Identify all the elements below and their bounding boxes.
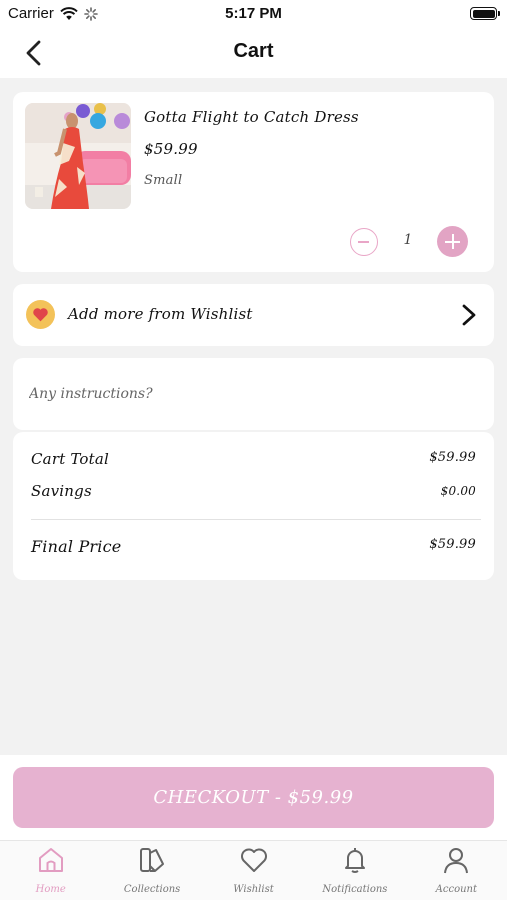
product-size: Small — [144, 173, 183, 188]
bell-icon — [344, 848, 365, 873]
decrease-quantity-button[interactable] — [350, 228, 378, 256]
savings-label: Savings — [31, 482, 92, 500]
status-time: 5:17 PM — [225, 5, 282, 22]
tab-home-label: Home — [35, 884, 66, 895]
final-price-label: Final Price — [31, 537, 122, 556]
tab-notifications[interactable]: Notifications — [304, 841, 405, 900]
cart-total-label: Cart Total — [31, 450, 110, 468]
wishlist-label: Add more from Wishlist — [68, 305, 253, 323]
tab-bar: Home Collections Wishlist Notifications … — [0, 840, 507, 900]
tab-collections-label: Collections — [123, 884, 181, 895]
savings-value: $0.00 — [440, 484, 476, 498]
wishlist-heart-icon — [26, 300, 55, 329]
tab-wishlist[interactable]: Wishlist — [203, 841, 304, 900]
instructions-card — [13, 358, 494, 430]
battery-icon — [470, 7, 500, 20]
order-summary: Cart Total $59.99 Savings $0.00 Final Pr… — [13, 432, 494, 580]
checkout-button[interactable]: CHECKOUT - $59.99 — [13, 767, 494, 828]
home-icon — [38, 848, 63, 872]
cart-total-value: $59.99 — [429, 450, 476, 465]
product-image[interactable] — [25, 103, 131, 209]
user-icon — [444, 848, 469, 874]
cart-item-card: Gotta Flight to Catch Dress $59.99 Small… — [13, 92, 494, 272]
tab-notifications-label: Notifications — [322, 884, 388, 895]
instructions-input[interactable] — [29, 380, 469, 408]
nav-bar: Cart — [0, 28, 507, 78]
final-price-row: Final Price $59.99 — [31, 537, 476, 556]
chevron-right-icon — [462, 304, 476, 326]
totals-divider — [31, 519, 481, 520]
quantity-value: 1 — [403, 232, 413, 248]
tab-collections[interactable]: Collections — [101, 841, 202, 900]
final-price-value: $59.99 — [429, 537, 476, 552]
collections-icon — [140, 848, 165, 872]
tab-account[interactable]: Account — [406, 841, 507, 900]
heart-icon — [240, 848, 267, 872]
tab-wishlist-label: Wishlist — [233, 884, 274, 895]
status-bar: Carrier 5:17 PM — [0, 0, 507, 28]
tab-account-label: Account — [435, 884, 477, 895]
add-from-wishlist-row[interactable]: Add more from Wishlist — [13, 284, 494, 346]
dress-photo — [25, 103, 131, 209]
product-name[interactable]: Gotta Flight to Catch Dress — [144, 108, 359, 126]
savings-row: Savings $0.00 — [31, 482, 476, 500]
product-price: $59.99 — [144, 140, 198, 158]
page-title: Cart — [233, 40, 274, 62]
tab-home[interactable]: Home — [0, 841, 101, 900]
cart-total-row: Cart Total $59.99 — [31, 450, 476, 468]
increase-quantity-button[interactable] — [437, 226, 468, 257]
